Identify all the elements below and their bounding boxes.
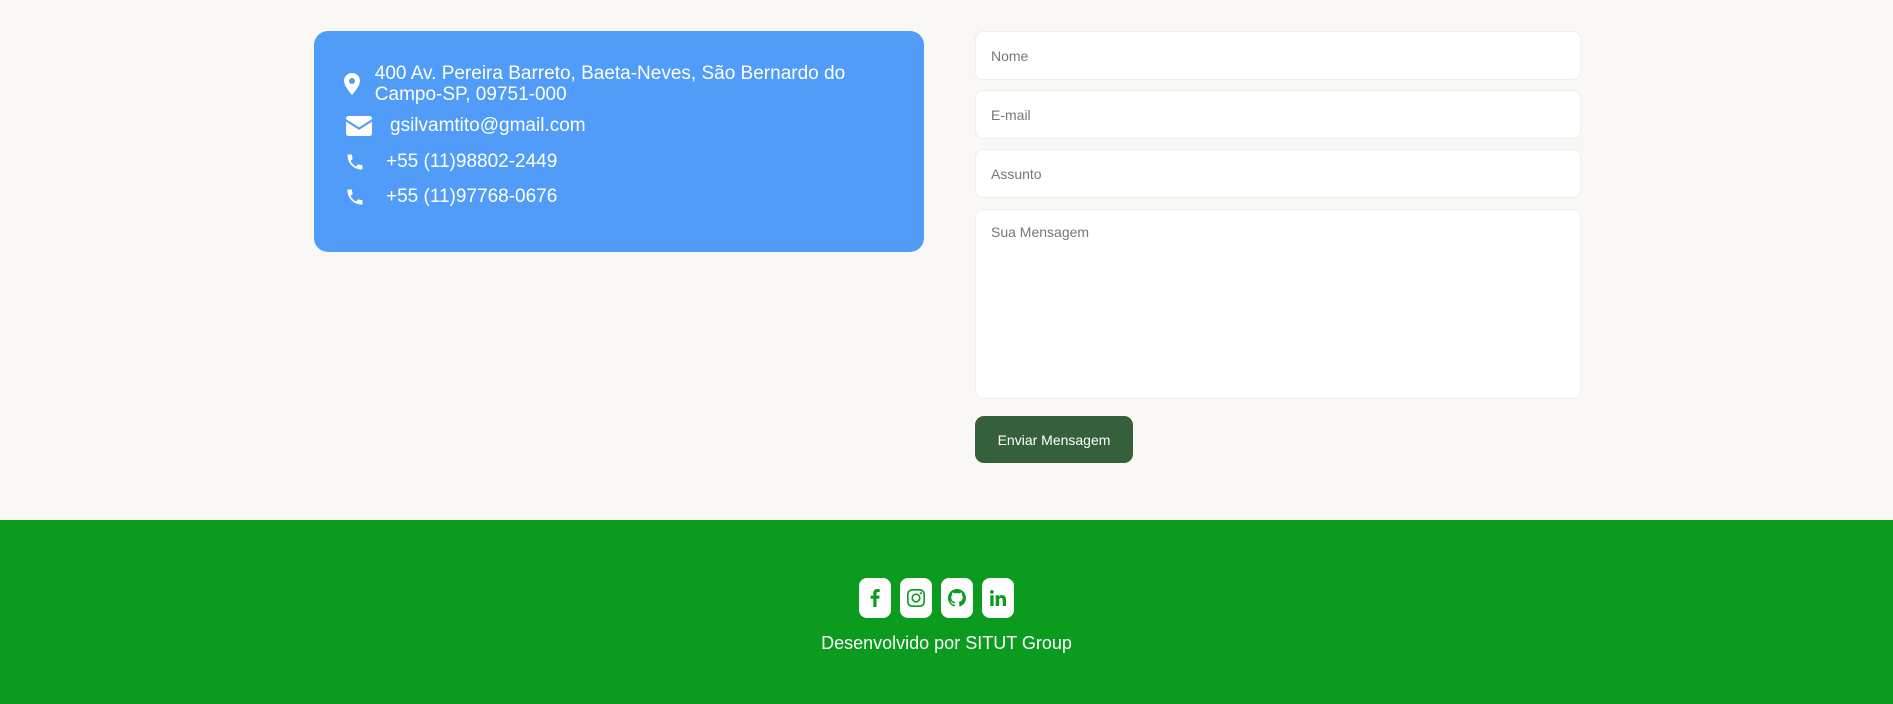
contact-section: 400 Av. Pereira Barreto, Baeta-Neves, Sã… <box>0 0 1893 520</box>
phone-text-2[interactable]: +55 (11)97768-0676 <box>386 186 557 207</box>
phone-text-1[interactable]: +55 (11)98802-2449 <box>386 151 557 172</box>
github-link[interactable] <box>941 578 973 618</box>
email-row: gsilvamtito@gmail.com <box>344 115 586 137</box>
email-input[interactable] <box>975 90 1581 139</box>
address-row: 400 Av. Pereira Barreto, Baeta-Neves, Sã… <box>344 63 884 105</box>
address-text: 400 Av. Pereira Barreto, Baeta-Neves, Sã… <box>374 63 846 105</box>
facebook-icon <box>870 589 880 607</box>
social-links <box>859 578 1014 618</box>
contact-info-card: 400 Av. Pereira Barreto, Baeta-Neves, Sã… <box>314 31 924 252</box>
phone-icon <box>344 186 366 208</box>
subject-input[interactable] <box>975 149 1581 198</box>
send-message-button[interactable]: Enviar Mensagem <box>975 416 1133 463</box>
phone-icon <box>344 151 366 173</box>
facebook-link[interactable] <box>859 578 891 618</box>
footer: Desenvolvido por SITUT Group <box>0 520 1893 704</box>
message-textarea[interactable] <box>975 209 1581 399</box>
footer-credit: Desenvolvido por SITUT Group <box>821 633 1072 653</box>
phone-row-1: +55 (11)98802-2449 <box>344 151 557 173</box>
linkedin-link[interactable] <box>982 578 1014 618</box>
envelope-icon <box>344 115 374 137</box>
instagram-link[interactable] <box>900 578 932 618</box>
email-text[interactable]: gsilvamtito@gmail.com <box>390 115 586 136</box>
phone-row-2: +55 (11)97768-0676 <box>344 186 557 208</box>
name-input[interactable] <box>975 31 1581 80</box>
instagram-icon <box>907 589 925 607</box>
linkedin-icon <box>990 590 1006 606</box>
github-icon <box>948 589 966 607</box>
map-pin-icon <box>344 63 361 105</box>
